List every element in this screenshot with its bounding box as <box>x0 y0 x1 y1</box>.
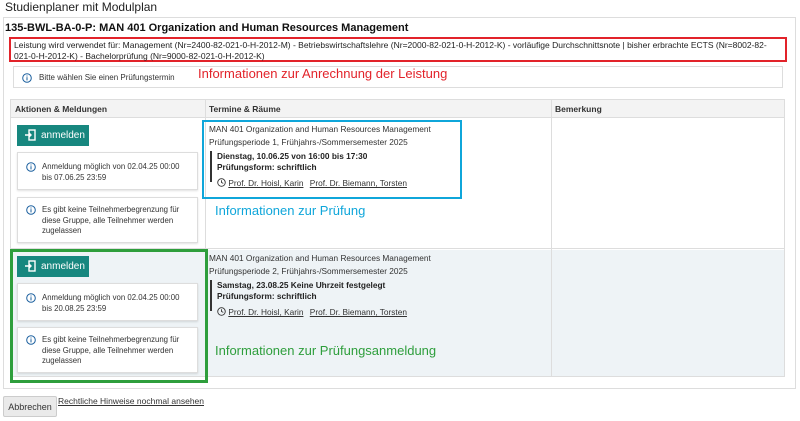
exam-date: Samstag, 23.08.25 Keine Uhrzeit festgele… <box>217 280 386 290</box>
module-title: 135-BWL-BA-0-P: MAN 401 Organization and… <box>5 22 409 34</box>
annotation-pruefung: Informationen zur Prüfung <box>215 203 366 218</box>
register-button[interactable]: anmelden <box>17 125 89 146</box>
header-termine: Termine & Räume <box>209 104 281 114</box>
clock-icon <box>217 307 226 316</box>
participant-info-text: Es gibt keine Teilnehmerbegrenzung für d… <box>42 205 180 235</box>
table-header: Aktionen & Meldungen Termine & Räume Bem… <box>11 100 784 118</box>
annotation-anrechnung: Informationen zur Anrechnung der Leistun… <box>198 66 448 81</box>
examiner-link[interactable]: Prof. Dr. Biemann, Torsten <box>310 307 407 317</box>
usage-info-box: Leistung wird verwendet für: Management … <box>9 37 787 62</box>
info-icon <box>26 162 36 172</box>
info-icon <box>26 205 36 215</box>
exam-title: MAN 401 Organization and Human Resources… <box>209 253 431 263</box>
examiner-link[interactable]: Prof. Dr. Hoisl, Karin <box>228 307 303 317</box>
cancel-button[interactable]: Abbrechen <box>3 396 57 417</box>
highlight-registration <box>10 249 208 383</box>
registration-info-text: Anmeldung möglich von 02.04.25 00:00 bis… <box>42 162 180 182</box>
register-button-label: anmelden <box>41 130 85 141</box>
header-aktionen: Aktionen & Meldungen <box>15 104 108 114</box>
enter-icon <box>25 129 36 141</box>
header-bemerkung: Bemerkung <box>555 104 602 114</box>
highlight-exam-info <box>202 120 462 199</box>
exam-period: Prüfungsperiode 2, Frühjahrs-/Sommerseme… <box>209 266 408 276</box>
annotation-anmeldung: Informationen zur Prüfungsanmeldung <box>215 343 437 358</box>
page-title: Studienplaner mit Modulplan <box>5 0 158 14</box>
exam-info: MAN 401 Organization and Human Resources… <box>209 252 431 278</box>
legal-notice-link[interactable]: Rechtliche Hinweise nochmal ansehen <box>58 396 204 406</box>
select-exam-text: Bitte wählen Sie einen Prüfungstermin <box>39 73 175 82</box>
examiner-list: Prof. Dr. Hoisl, Karin Prof. Dr. Biemann… <box>217 307 411 317</box>
participant-info-card: Es gibt keine Teilnehmerbegrenzung für d… <box>17 197 198 243</box>
info-icon <box>22 73 32 83</box>
registration-info-card: Anmeldung möglich von 02.04.25 00:00 bis… <box>17 152 198 190</box>
column-divider <box>551 100 552 376</box>
usage-info-text: Leistung wird verwendet für: Management … <box>14 40 767 61</box>
exam-form: Prüfungsform: schriftlich <box>217 290 317 301</box>
